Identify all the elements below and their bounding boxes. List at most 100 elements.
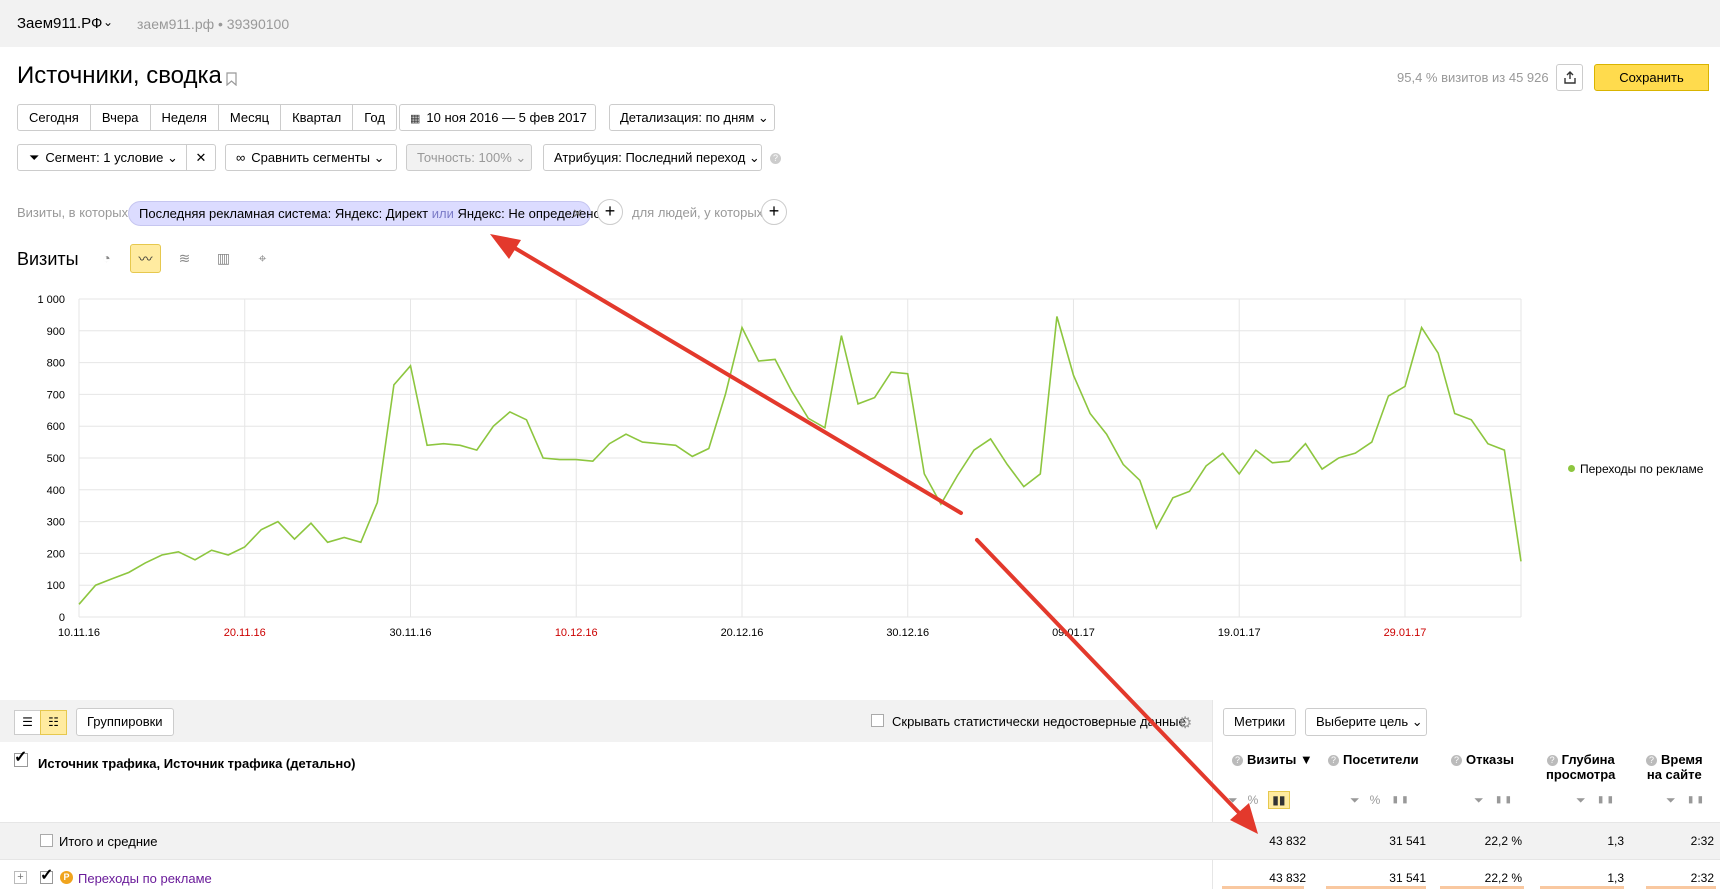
x-tick-label: 30.11.16 — [389, 627, 431, 639]
bookmark-icon[interactable] — [226, 72, 237, 86]
metrics-label: Метрики — [1234, 714, 1286, 729]
hide-unreliable-label: Скрывать статистически недостоверные дан… — [892, 714, 1186, 729]
plus-icon: + — [768, 201, 780, 221]
arrowhead-filter — [490, 234, 521, 259]
filter-chip[interactable]: Последняя рекламная система: Яндекс: Дир… — [128, 201, 601, 226]
goal-label: Выберите цель — [1316, 714, 1409, 729]
tree-view-button[interactable]: ☷ — [40, 710, 67, 735]
plus-icon: + — [604, 201, 616, 221]
period-quarter[interactable]: Квартал — [281, 105, 354, 130]
attribution-dropdown[interactable]: Атрибуция: Последний переход ⌄ — [543, 144, 762, 171]
calendar-icon: ▦ — [410, 113, 421, 125]
map-pin-icon[interactable]: ⌖ — [247, 244, 278, 273]
help-icon[interactable]: ? — [1328, 755, 1339, 766]
x-tick-label: 29.01.17 — [1384, 627, 1427, 639]
pie-chart-icon[interactable]: ◔ — [91, 244, 122, 273]
help-icon[interactable]: ? — [1646, 755, 1657, 766]
chip-or: или — [431, 206, 454, 221]
chevron-down-icon: ⌄ — [166, 150, 178, 165]
save-label: Сохранить — [1619, 70, 1684, 85]
period-today[interactable]: Сегодня — [18, 105, 91, 130]
col-bounces-tools[interactable]: ⏷ ▮▮ — [1474, 793, 1513, 808]
total-bounces: 22,2 % — [1484, 834, 1522, 848]
chevron-down-icon: ⌄ — [373, 150, 385, 165]
y-tick-label: 900 — [47, 326, 65, 338]
date-range-button[interactable]: ▦ 10 ноя 2016 — 5 фев 2017 — [399, 104, 596, 131]
export-button[interactable] — [1556, 64, 1583, 91]
col-depth[interactable]: ? Глубина просмотра — [1546, 752, 1615, 782]
totals-label: Итого и средние — [59, 834, 158, 849]
col-visitors-tools[interactable]: ⏷ % ▮▮ — [1350, 793, 1409, 808]
hide-unreliable-checkbox[interactable] — [871, 714, 884, 727]
y-tick-label: 200 — [47, 548, 65, 560]
table-row[interactable] — [0, 859, 1720, 889]
segment-dropdown[interactable]: ⏷ Сегмент: 1 условие ⌄ — [17, 144, 187, 171]
period-week[interactable]: Неделя — [151, 105, 219, 130]
row-label-link[interactable]: Переходы по рекламе — [78, 871, 212, 886]
row-visits: 43 832 — [1269, 871, 1306, 885]
col-time[interactable]: ? Время на сайте — [1646, 752, 1703, 782]
tree-icon: ☷ — [48, 715, 59, 729]
close-icon[interactable]: ✕ — [572, 202, 583, 225]
col-bounces[interactable]: ? Отказы — [1451, 752, 1514, 767]
col-time-tools[interactable]: ⏷ ▮▮ — [1666, 793, 1705, 808]
x-tick-label: 20.11.16 — [224, 627, 266, 639]
period-year[interactable]: Год — [353, 105, 396, 130]
segment-clear-button[interactable]: ✕ — [186, 144, 216, 171]
col-visits[interactable]: ? Визиты ▼ — [1232, 752, 1313, 767]
date-range-label: 10 ноя 2016 — 5 фев 2017 — [426, 110, 587, 125]
col-time-label-2: на сайте — [1646, 767, 1702, 782]
detail-dropdown[interactable]: Детализация: по дням ⌄ — [609, 104, 775, 131]
legend-dot — [1568, 465, 1575, 472]
chart-legend[interactable]: Переходы по рекламе — [1568, 462, 1703, 476]
list-view-button[interactable]: ☰ — [14, 710, 41, 735]
chevron-down-icon: ⌄ — [748, 150, 760, 165]
line-chart-icon[interactable]: 〰 — [130, 244, 161, 273]
chevron-down-icon[interactable]: ⌄ — [103, 15, 113, 29]
filter-icon: ⏷ — [29, 150, 40, 165]
segment-label: Сегмент: 1 условие — [45, 150, 164, 165]
y-tick-label: 300 — [47, 517, 65, 529]
help-icon[interactable]: ? — [1451, 755, 1462, 766]
bar-chart-icon[interactable]: ▮▮ — [1268, 791, 1290, 809]
ad-source-icon: Р — [60, 871, 73, 884]
y-tick-label: 800 — [47, 358, 65, 370]
totals-checkbox[interactable] — [40, 834, 53, 847]
site-selector[interactable]: Заем911.РФ — [17, 15, 102, 32]
help-icon[interactable]: ? — [1232, 755, 1243, 766]
gear-icon[interactable]: ⚙ — [1178, 713, 1192, 733]
chevron-down-icon: ⌄ — [515, 150, 527, 165]
add-people-condition-button[interactable]: + — [761, 199, 787, 225]
metrics-button[interactable]: Метрики — [1223, 708, 1297, 736]
bar-chart-icon[interactable]: ▥ — [208, 244, 239, 273]
y-tick-label: 0 — [59, 612, 65, 624]
legend-label: Переходы по рекламе — [1580, 462, 1704, 476]
compare-segments-dropdown[interactable]: ∞ Сравнить сегменты ⌄ — [225, 144, 397, 171]
totals-row — [0, 822, 1720, 859]
groupings-label: Группировки — [87, 714, 163, 729]
area-chart-icon[interactable]: ≋ — [169, 244, 200, 273]
col-depth-tools[interactable]: ⏷ ▮▮ — [1576, 793, 1615, 808]
goal-dropdown[interactable]: Выберите цель ⌄ — [1305, 708, 1427, 736]
compare-icon: ∞ — [236, 150, 246, 165]
save-button[interactable]: Сохранить — [1594, 64, 1709, 91]
period-month[interactable]: Месяц — [219, 105, 282, 130]
y-tick-label: 1 000 — [37, 294, 65, 306]
y-tick-label: 600 — [47, 421, 65, 433]
accuracy-dropdown[interactable]: Точность: 100% ⌄ — [406, 144, 532, 171]
help-icon[interactable]: ? — [1546, 755, 1558, 766]
y-tick-label: 500 — [47, 453, 65, 465]
people-filter-label: для людей, у которых — [632, 205, 764, 220]
col-visitors[interactable]: ? Посетители — [1328, 752, 1419, 767]
col-bounces-label: Отказы — [1466, 752, 1514, 767]
col-depth-label-2: просмотра — [1546, 767, 1616, 782]
total-visits: 43 832 — [1269, 834, 1306, 848]
period-yesterday[interactable]: Вчера — [91, 105, 151, 130]
expand-row-button[interactable]: + — [14, 871, 27, 884]
add-condition-button[interactable]: + — [597, 199, 623, 225]
y-tick-label: 400 — [47, 485, 65, 497]
total-visitors: 31 541 — [1389, 834, 1426, 848]
groupings-button[interactable]: Группировки — [76, 708, 174, 736]
col-visits-tools[interactable]: ⏷ % ▮▮ — [1228, 791, 1290, 809]
help-icon[interactable]: ? — [770, 153, 781, 164]
